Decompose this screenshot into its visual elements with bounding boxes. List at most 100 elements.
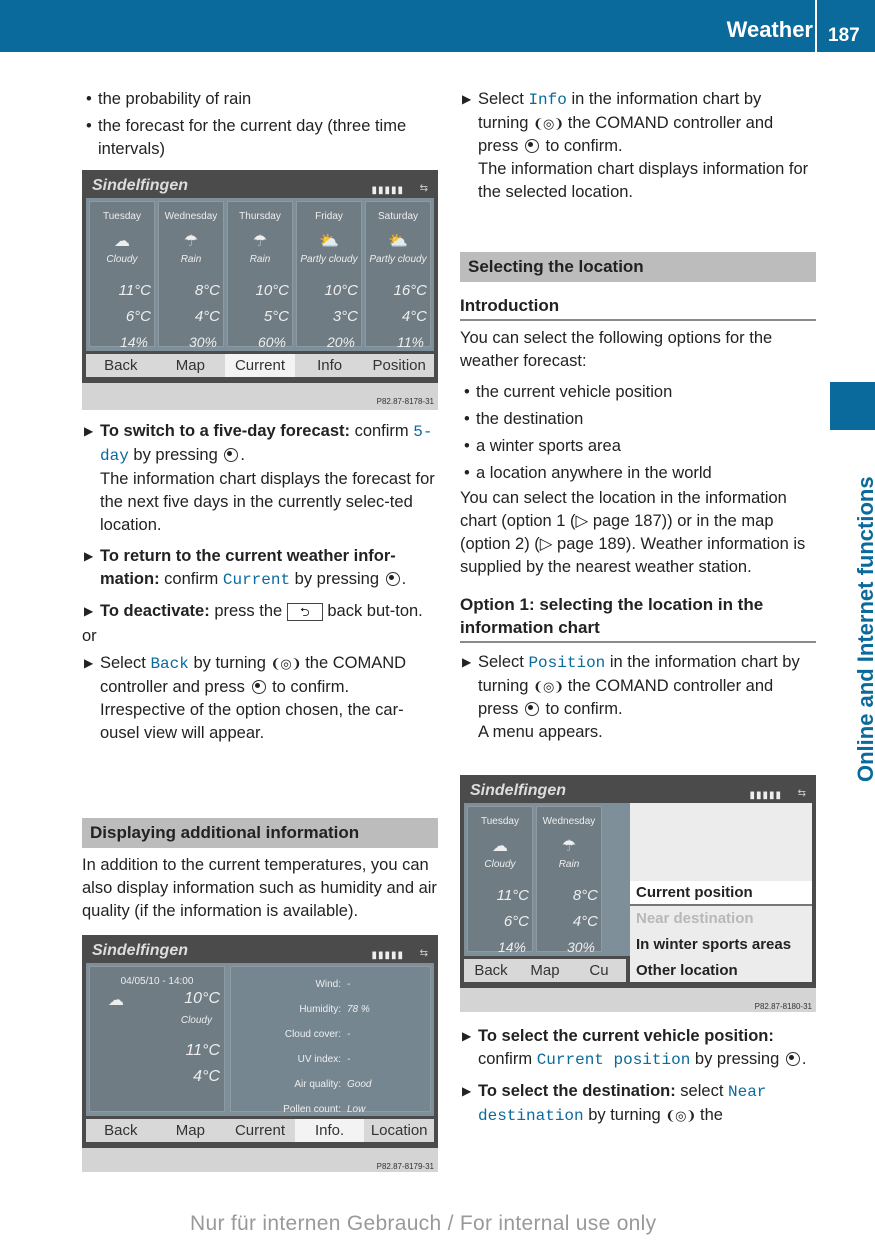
condition: Rain: [558, 859, 580, 870]
location-menu: Current position Near destination In winte…: [630, 803, 812, 1005]
nav-item-map[interactable]: Map: [156, 354, 226, 377]
cloud-icon: ☁: [492, 838, 508, 855]
chapter-label: Online and Internet functions: [853, 476, 875, 782]
instruction-step: ▶ To switch to a five-day forecast: conf…: [82, 420, 438, 537]
high-temp: 11°C: [496, 887, 529, 904]
step-arrow-icon: ▶: [462, 655, 472, 669]
menu-item-other-location[interactable]: Other location: [636, 959, 738, 982]
detail-label: Air quality:: [294, 1079, 341, 1090]
partly-cloudy-icon: ⛅: [388, 233, 408, 250]
day-column: Tuesday ☁ Cloudy 11°C 6°C 14%: [89, 201, 155, 350]
low-temp: 6°C: [125, 308, 151, 325]
menu-item-near-destination[interactable]: Near destination: [636, 907, 754, 930]
nav-item-location[interactable]: Location: [364, 1119, 434, 1142]
day-column: Friday ⛅ Partly cloudy 10°C 3°C 20%: [296, 201, 362, 350]
nav-item-cu[interactable]: Cu: [572, 959, 626, 982]
current-weather-panel: 04/05/10 - 14:00 ☁ 10°C Cloudy 11°C 4°C: [89, 966, 225, 1112]
screenshot-additional-info: Sindelfingen ▮▮▮▮▮ ⇆ 04/05/10 - 14:00 ☁ …: [82, 935, 438, 1172]
press-controller-icon: [385, 572, 400, 586]
step-description: A menu appears.: [478, 723, 603, 741]
nav-item-info[interactable]: Info: [295, 354, 365, 377]
step-description: The information chart displays informati…: [478, 160, 809, 201]
nav-item-position[interactable]: Position: [364, 354, 434, 377]
detail-label: Cloud cover:: [284, 1029, 341, 1040]
high-temp: 11°C: [118, 282, 151, 299]
day-column: Wednesday ☂ Rain 8°C 4°C 30%: [158, 201, 224, 350]
instruction-step: ▶ To select the current vehicle position…: [462, 1027, 807, 1069]
list-item: a winter sports area: [460, 435, 816, 458]
menu-item-in-winter-sports-areas[interactable]: In winter sports areas: [636, 933, 791, 956]
turn-controller-icon: ❨◎❩: [270, 656, 302, 671]
detail-value: -: [347, 979, 351, 990]
detail-label: Humidity:: [299, 1004, 341, 1015]
right-column: ▶ Select Info in the information chart b…: [460, 88, 816, 204]
step-arrow-icon: ▶: [84, 424, 94, 438]
low-temp: 5°C: [263, 308, 289, 325]
figure-ref-bar: P82.87-8179-31: [82, 1148, 438, 1172]
press-controller-icon: [524, 139, 539, 153]
detail-row: Wind: -: [231, 973, 350, 996]
list-item: a location anywhere in the world: [460, 462, 816, 485]
turn-controller-icon: ❨◎❩: [665, 1108, 696, 1123]
day-name: Saturday: [377, 211, 419, 222]
section-additional-info: Displaying additional information In add…: [82, 818, 438, 923]
instruction-step: ▶ Select Info in the information chart b…: [460, 88, 816, 204]
detail-row: Pollen count: Low: [231, 1098, 365, 1121]
nav-item-back[interactable]: Back: [464, 959, 518, 982]
connection-icon: ⇆: [797, 788, 806, 799]
step-arrow-icon: ▶: [462, 92, 472, 106]
day-column: Thursday ☂ Rain 10°C 5°C 60%: [227, 201, 293, 350]
step-description: The information chart displays the forec…: [100, 470, 435, 534]
right-steps: ▶ To select the current vehicle position…: [460, 1025, 816, 1128]
instruction-step: ▶ Select Back by turning ❨◎❩ the COMAND …: [82, 652, 438, 745]
figure-ref-bar: P82.87-8180-31: [460, 988, 816, 1012]
condition: Partly cloudy: [300, 254, 358, 265]
section-body: In addition to the current temperatures,…: [82, 856, 437, 920]
nav-item-info[interactable]: Info.: [294, 1119, 365, 1142]
step-arrow-icon: ▶: [84, 549, 94, 563]
rain-icon: ☂: [561, 838, 577, 855]
low-temp: 4°C: [401, 308, 427, 325]
turn-controller-icon: ❨◎❩: [533, 679, 564, 694]
detail-row: Air quality: Good: [231, 1073, 371, 1096]
detail-label: Pollen count:: [283, 1104, 341, 1115]
details-panel: Wind: - Humidity: 78 % Cloud cover: - UV index…: [230, 966, 431, 1115]
press-controller-icon: [524, 702, 539, 716]
day-column: Tuesday ☁ Cloudy 11°C 6°C 14%: [467, 806, 533, 955]
nav-item-back[interactable]: Back: [86, 1119, 156, 1142]
current-temp: 10°C: [184, 990, 220, 1007]
nav-item-current[interactable]: Current: [225, 354, 295, 377]
nav-item-back[interactable]: Back: [86, 354, 156, 377]
day-name: Tuesday: [481, 816, 519, 827]
low-temp: 4°C: [193, 1068, 220, 1085]
screen-nav: Back Map Current Info Position: [86, 354, 434, 377]
figure-ref-bar: P82.87-8178-31: [82, 383, 438, 410]
high-temp: 10°C: [255, 282, 289, 299]
step-arrow-icon: ▶: [462, 1084, 472, 1098]
high-temp: 11°C: [185, 1042, 220, 1059]
info-panel: 04/05/10 - 14:00 ☁ 10°C Cloudy 11°C 4°C …: [86, 963, 434, 1116]
connection-icon: ⇆: [419, 948, 428, 959]
section-heading: Selecting the location: [460, 252, 816, 282]
nav-item-map[interactable]: Map: [518, 959, 572, 982]
or-text: or: [82, 627, 97, 645]
cloud-icon: ☁: [108, 992, 124, 1009]
menu-item-current-position[interactable]: Current position: [630, 881, 812, 906]
instruction-step: ▶ To deactivate: press the ⮌ back but-to…: [82, 600, 438, 623]
low-temp: 3°C: [332, 308, 358, 325]
cloud-icon: ☁: [114, 233, 130, 250]
header-divider: [815, 0, 817, 52]
detail-value: Low: [347, 1104, 366, 1115]
rain-probability: 11%: [397, 334, 424, 350]
city-name: Sindelfingen: [92, 942, 188, 959]
nav-item-map[interactable]: Map: [156, 1119, 226, 1142]
detail-value: 78 %: [347, 1004, 370, 1015]
step-arrow-icon: ▶: [84, 604, 94, 618]
low-temp: 6°C: [503, 913, 529, 930]
day-name: Tuesday: [103, 211, 141, 222]
high-temp: 8°C: [572, 887, 598, 904]
figure-ref: P82.87-8180-31: [754, 1002, 812, 1011]
nav-item-current[interactable]: Current: [225, 1119, 295, 1142]
detail-value: -: [347, 1054, 351, 1065]
watermark: Nur für internen Gebrauch / For internal…: [190, 1212, 657, 1235]
